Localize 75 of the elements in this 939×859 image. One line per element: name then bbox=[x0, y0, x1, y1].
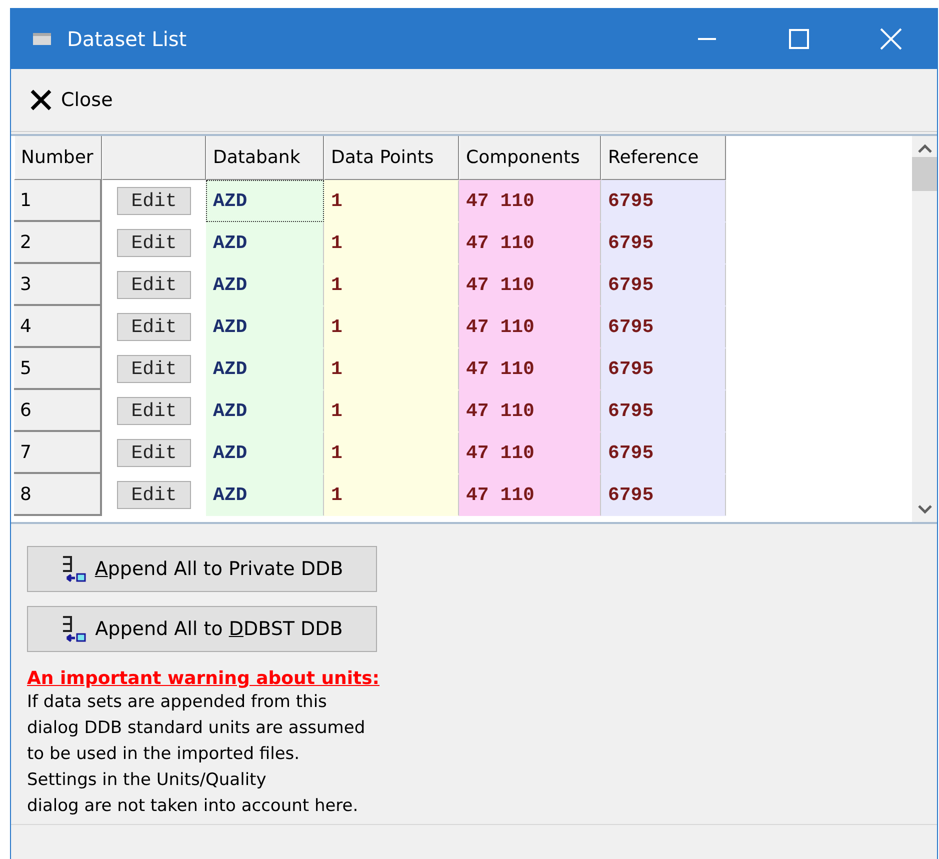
table-cell: AZD bbox=[206, 390, 324, 432]
column-header[interactable]: Data Points bbox=[324, 136, 459, 180]
column-header[interactable]: Components bbox=[459, 136, 601, 180]
table-cell: 47 110 bbox=[459, 222, 601, 264]
edit-button[interactable]: Edit bbox=[117, 271, 191, 299]
table-cell: 1 bbox=[324, 222, 459, 264]
app-icon bbox=[33, 33, 51, 45]
warning-text: dialog are not taken into account here. bbox=[27, 795, 360, 818]
table-cell: 47 110 bbox=[459, 306, 601, 348]
row-number: 8 bbox=[14, 474, 102, 516]
table-cell: 47 110 bbox=[459, 264, 601, 306]
table-cell: 6795 bbox=[601, 306, 726, 348]
table-cell: 1 bbox=[324, 348, 459, 390]
edit-button[interactable]: Edit bbox=[117, 229, 191, 257]
table-cell: AZD bbox=[206, 474, 324, 516]
row-number: 1 bbox=[14, 180, 102, 222]
table-cell: AZD bbox=[206, 432, 324, 474]
maximize-icon bbox=[789, 29, 809, 49]
row-number: 6 bbox=[14, 390, 102, 432]
warning-text: If data sets are appended from this bbox=[27, 691, 328, 714]
column-header[interactable]: Number bbox=[14, 136, 102, 180]
table-cell: 6795 bbox=[601, 264, 726, 306]
warning-text: to be used in the imported files. bbox=[27, 743, 301, 766]
table-cell: 1 bbox=[324, 432, 459, 474]
table-cell: AZD bbox=[206, 306, 324, 348]
scroll-thumb[interactable] bbox=[912, 157, 937, 191]
minimize-icon bbox=[698, 38, 716, 40]
table-cell: 1 bbox=[324, 390, 459, 432]
row-number: 7 bbox=[14, 432, 102, 474]
table-cell: 47 110 bbox=[459, 348, 601, 390]
close-icon bbox=[29, 88, 53, 112]
row-number: 2 bbox=[14, 222, 102, 264]
edit-button[interactable]: Edit bbox=[117, 481, 191, 509]
table-cell: 6795 bbox=[601, 222, 726, 264]
edit-button[interactable]: Edit bbox=[117, 187, 191, 215]
row-number: 3 bbox=[14, 264, 102, 306]
table-cell: AZD bbox=[206, 264, 324, 306]
column-header[interactable]: Reference bbox=[601, 136, 726, 180]
window-title: Dataset List bbox=[67, 27, 188, 51]
table-cell: 1 bbox=[324, 264, 459, 306]
scroll-up-icon[interactable] bbox=[918, 144, 932, 153]
warning-text: dialog DDB standard units are assumed bbox=[27, 717, 366, 740]
append-button[interactable]: Append All to DDBST DDB bbox=[27, 606, 377, 652]
column-header[interactable] bbox=[102, 136, 206, 180]
close-toolbar-button[interactable]: Close bbox=[25, 84, 117, 116]
table-cell: 1 bbox=[324, 180, 459, 222]
table-cell: 47 110 bbox=[459, 390, 601, 432]
append-icon bbox=[61, 615, 88, 643]
scroll-down-icon[interactable] bbox=[918, 505, 932, 514]
edit-button[interactable]: Edit bbox=[117, 313, 191, 341]
table-cell: 1 bbox=[324, 474, 459, 516]
edit-button[interactable]: Edit bbox=[117, 355, 191, 383]
warning-text: Settings in the Units/Quality bbox=[27, 769, 268, 792]
scrollbar[interactable] bbox=[912, 136, 937, 522]
append-icon bbox=[60, 555, 87, 583]
append-button[interactable]: Append All to Private DDB bbox=[27, 546, 377, 592]
table-cell: AZD bbox=[206, 222, 324, 264]
table-cell: 6795 bbox=[601, 348, 726, 390]
edit-button[interactable]: Edit bbox=[117, 439, 191, 467]
table-cell: 47 110 bbox=[459, 180, 601, 222]
table-cell: AZD bbox=[206, 180, 324, 222]
table-cell: 1 bbox=[324, 306, 459, 348]
table-cell: 6795 bbox=[601, 390, 726, 432]
edit-button[interactable]: Edit bbox=[117, 397, 191, 425]
row-number: 4 bbox=[14, 306, 102, 348]
table-cell: 6795 bbox=[601, 432, 726, 474]
table-cell: AZD bbox=[206, 348, 324, 390]
table-cell: 6795 bbox=[601, 180, 726, 222]
table-cell: 47 110 bbox=[459, 474, 601, 516]
table-cell: 47 110 bbox=[459, 432, 601, 474]
column-header[interactable]: Databank bbox=[206, 136, 324, 180]
warning-heading: An important warning about units: bbox=[27, 668, 381, 689]
row-number: 5 bbox=[14, 348, 102, 390]
table-cell: 6795 bbox=[601, 474, 726, 516]
close-icon bbox=[880, 28, 902, 50]
